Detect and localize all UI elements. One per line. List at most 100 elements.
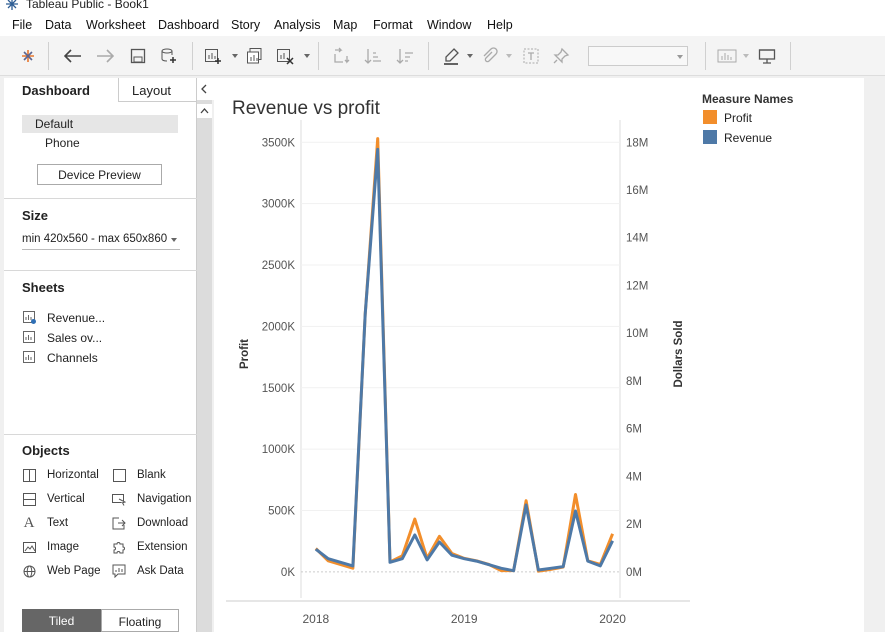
tab-dashboard[interactable]: Dashboard (4, 78, 118, 102)
device-default-row[interactable]: Default (22, 115, 178, 133)
menu-dashboard[interactable]: Dashboard (158, 18, 219, 32)
panel-scrollbar[interactable] (197, 100, 212, 632)
revenue-profit-chart[interactable]: 0K 500K 1000K 1500K 2000K 2500K 3000K 3500K 0M 2M… (214, 78, 864, 632)
y-axis-label: Profit (239, 339, 251, 369)
y2-axis-label: Dollars Sold (673, 320, 685, 387)
series-line-revenue (314, 147, 614, 573)
chevron-down-icon[interactable] (304, 54, 310, 58)
object-download[interactable]: Download (112, 516, 197, 534)
swap-rows-columns-icon[interactable] (330, 45, 352, 67)
app-logo-icon (6, 0, 18, 10)
chevron-down-icon[interactable] (506, 54, 512, 58)
chevron-down-icon[interactable] (677, 55, 683, 59)
menu-format[interactable]: Format (373, 18, 413, 32)
sort-ascending-icon[interactable] (362, 45, 384, 67)
text-icon: A (23, 514, 35, 531)
paperclip-icon[interactable] (478, 45, 500, 67)
tab-layout[interactable]: Layout (118, 78, 197, 102)
show-me-icon[interactable] (716, 45, 738, 67)
menu-help[interactable]: Help (487, 18, 513, 32)
menu-worksheet[interactable]: Worksheet (86, 18, 146, 32)
canvas-margin (864, 78, 885, 632)
fit-dropdown[interactable] (588, 46, 688, 66)
y-tick-label: 2500K (262, 260, 296, 272)
section-divider (4, 434, 197, 435)
pin-icon[interactable] (550, 45, 572, 67)
x-tick-label: 2018 (302, 612, 329, 626)
object-vertical[interactable]: Vertical (22, 492, 112, 510)
collapse-panel-button[interactable] (197, 78, 214, 100)
object-navigation[interactable]: Navigation (112, 492, 197, 510)
forward-arrow-icon[interactable] (94, 45, 116, 67)
section-divider (4, 198, 197, 199)
y2-tick-label: 4M (626, 471, 642, 483)
floating-toggle[interactable]: Floating (101, 609, 179, 632)
legend-label-revenue: Revenue (724, 131, 773, 145)
panel-tabs: Dashboard Layout (4, 78, 216, 102)
object-ask-data[interactable]: Ask Data (112, 564, 197, 582)
y-tick-label: 0K (281, 567, 295, 579)
legend-item-revenue[interactable]: Revenue (702, 130, 812, 146)
new-data-source-icon[interactable] (158, 45, 180, 67)
blank-icon (112, 468, 126, 482)
menu-map[interactable]: Map (333, 18, 357, 32)
object-blank[interactable]: Blank (112, 468, 197, 486)
y2-tick-label: 10M (626, 328, 648, 340)
y2-tick-label: 18M (626, 137, 648, 149)
menu-window[interactable]: Window (427, 18, 471, 32)
toolbar-separator (48, 42, 49, 70)
object-image[interactable]: Image (22, 540, 112, 558)
chevron-down-icon[interactable] (467, 54, 473, 58)
duplicate-sheet-icon[interactable] (244, 45, 266, 67)
chevron-down-icon[interactable] (232, 54, 238, 58)
y2-tick-label: 8M (626, 376, 642, 388)
sheet-item[interactable]: Revenue... (22, 310, 182, 328)
highlight-pen-icon[interactable] (440, 45, 462, 67)
sheet-used-icon (22, 310, 36, 324)
sheet-item-label: Channels (47, 351, 98, 365)
object-label: Extension (137, 541, 188, 553)
object-label: Horizontal (47, 469, 99, 481)
menu-bar: File Data Worksheet Dashboard Story Anal… (0, 14, 885, 36)
y-tick-label: 3000K (262, 199, 296, 211)
object-horizontal[interactable]: Horizontal (22, 468, 112, 486)
chevron-down-icon[interactable] (743, 54, 749, 58)
object-extension[interactable]: Extension (112, 540, 197, 558)
tiled-toggle[interactable]: Tiled (22, 609, 101, 632)
y2-tick-label: 14M (626, 233, 648, 245)
tableau-logo-icon[interactable] (17, 45, 39, 67)
y-tick-label: 1500K (262, 383, 296, 395)
menu-data[interactable]: Data (45, 18, 71, 32)
floating-label: Floating (118, 615, 162, 629)
back-arrow-icon[interactable] (62, 45, 84, 67)
device-preview-button[interactable]: Device Preview (37, 164, 162, 185)
y2-tick-label: 16M (626, 185, 648, 197)
sort-descending-icon[interactable] (394, 45, 416, 67)
menu-story[interactable]: Story (231, 18, 260, 32)
object-text[interactable]: A Text (22, 514, 112, 534)
object-web-page[interactable]: Web Page (22, 564, 112, 582)
sheet-item[interactable]: Channels (22, 350, 182, 368)
clear-sheet-icon[interactable] (274, 45, 296, 67)
y-tick-label: 3500K (262, 137, 296, 149)
save-icon[interactable] (127, 45, 149, 67)
object-label: Navigation (137, 493, 192, 505)
object-label: Vertical (47, 493, 85, 505)
sheet-item[interactable]: Sales ov... (22, 330, 182, 348)
chevron-down-icon (171, 238, 177, 242)
toolbar-separator (428, 42, 429, 70)
image-icon (22, 540, 36, 554)
scroll-up-icon[interactable] (197, 104, 212, 118)
legend-item-profit[interactable]: Profit (702, 110, 812, 126)
presentation-mode-icon[interactable] (756, 45, 778, 67)
menu-analysis[interactable]: Analysis (274, 18, 321, 32)
download-icon (112, 516, 126, 530)
title-bar: Tableau Public - Book1 (0, 0, 885, 14)
x-tick-label: 2019 (451, 612, 478, 626)
text-box-icon[interactable] (520, 45, 542, 67)
device-phone[interactable]: Phone (45, 136, 80, 150)
menu-file[interactable]: File (12, 18, 32, 32)
section-divider (4, 270, 197, 271)
new-worksheet-icon[interactable] (202, 45, 224, 67)
size-dropdown[interactable]: min 420x560 - max 650x860 (22, 230, 180, 250)
